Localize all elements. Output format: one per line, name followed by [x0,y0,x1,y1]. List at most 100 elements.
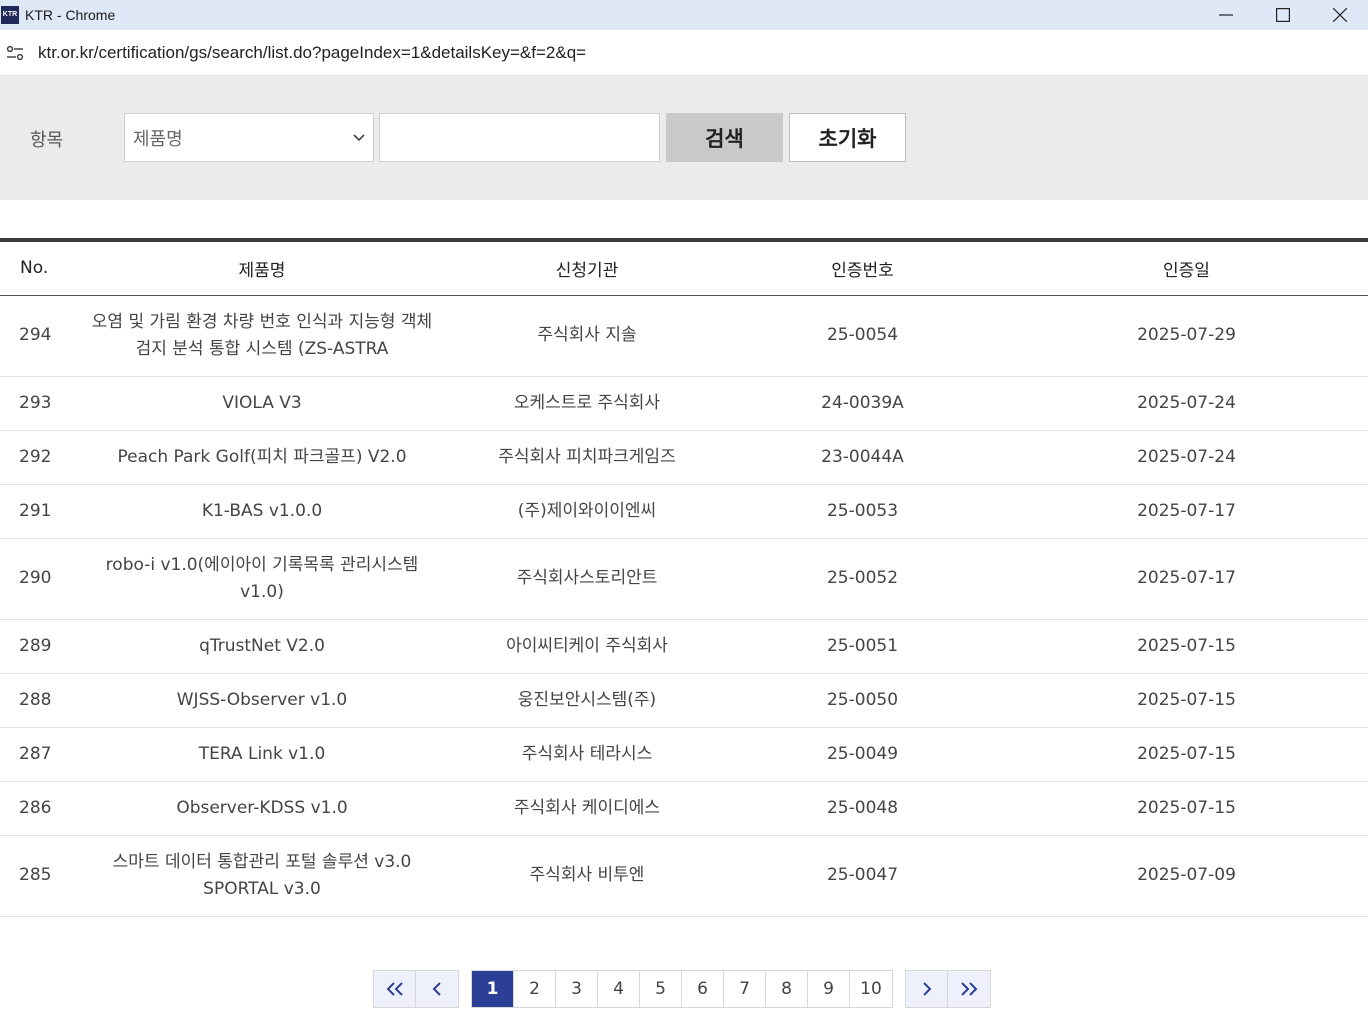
header-cert-number: 인증번호 [720,240,1005,296]
reset-button[interactable]: 초기화 [789,113,906,162]
double-chevron-left-icon [386,982,403,996]
row-no: 291 [0,484,70,539]
page-9-button[interactable]: 9 [808,971,850,1007]
row-product-name[interactable]: Peach Park Golf(피치 파크골프) V2.0 [70,430,454,485]
double-chevron-right-icon [961,982,978,996]
chevron-down-icon [353,134,365,142]
row-cert-number: 25-0054 [720,295,1005,377]
header-no: No. [0,240,70,296]
row-applicant: 주식회사 테라시스 [454,727,720,782]
select-value: 제품명 [133,128,183,150]
table-row[interactable]: 289 qTrustNet V2.0 아이씨티케이 주식회사 25-0051 2… [0,619,1368,674]
page-3-button[interactable]: 3 [556,971,598,1007]
row-no: 292 [0,430,70,485]
row-product-name[interactable]: qTrustNet V2.0 [70,619,454,674]
row-cert-date: 2025-07-15 [1005,781,1368,836]
ktr-favicon-icon: KTR [1,6,19,24]
row-cert-number: 25-0048 [720,781,1005,836]
row-product-name[interactable]: WJSS-Observer v1.0 [70,673,454,728]
url-text[interactable]: ktr.or.kr/certification/gs/search/list.d… [38,43,586,63]
table-row[interactable]: 288 WJSS-Observer v1.0 웅진보안시스템(주) 25-005… [0,673,1368,728]
row-no: 285 [0,835,70,917]
row-applicant: (주)제이와이이엔씨 [454,484,720,539]
row-no: 287 [0,727,70,782]
site-info-button[interactable] [0,38,30,68]
table-row[interactable]: 292 Peach Park Golf(피치 파크골프) V2.0 주식회사 피… [0,430,1368,485]
row-product-name[interactable]: 오염 및 가림 환경 차량 번호 인식과 지능형 객체 검지 분석 통합 시스템… [70,295,454,377]
table-row[interactable]: 287 TERA Link v1.0 주식회사 테라시스 25-0049 202… [0,727,1368,782]
search-field-label: 항목 [30,130,64,151]
pagination: 1 2 3 4 5 6 7 8 9 10 [373,970,991,1008]
table-row[interactable]: 285 스마트 데이터 통합관리 포털 솔루션 v3.0 SPORTAL v3.… [0,835,1368,917]
maximize-button[interactable] [1254,0,1311,30]
chevron-right-icon [922,982,931,996]
address-bar[interactable]: ktr.or.kr/certification/gs/search/list.d… [0,30,1368,76]
page-5-button[interactable]: 5 [640,971,682,1007]
row-product-name[interactable]: Observer-KDSS v1.0 [70,781,454,836]
row-applicant: 주식회사 피치파크게임즈 [454,430,720,485]
page-7-button[interactable]: 7 [724,971,766,1007]
page-6-button[interactable]: 6 [682,971,724,1007]
first-page-button[interactable] [374,971,416,1007]
row-cert-date: 2025-07-15 [1005,727,1368,782]
last-page-button[interactable] [948,971,990,1007]
search-category-select[interactable]: 제품명 [124,113,374,162]
row-product-name[interactable]: VIOLA V3 [70,376,454,431]
row-no: 288 [0,673,70,728]
row-product-name[interactable]: 스마트 데이터 통합관리 포털 솔루션 v3.0 SPORTAL v3.0 [70,835,454,917]
row-no: 289 [0,619,70,674]
minimize-button[interactable] [1197,0,1254,30]
pagination-next-group [905,970,991,1008]
row-applicant: 주식회사 지솔 [454,295,720,377]
page-10-button[interactable]: 10 [850,971,892,1007]
row-product-name[interactable]: TERA Link v1.0 [70,727,454,782]
tune-icon [6,45,24,60]
header-product-name: 제품명 [70,240,454,296]
search-input[interactable] [379,113,660,162]
row-cert-date: 2025-07-17 [1005,484,1368,539]
row-applicant: 아이씨티케이 주식회사 [454,619,720,674]
table-row[interactable]: 293 VIOLA V3 오케스트로 주식회사 24-0039A 2025-07… [0,376,1368,431]
page-1-button[interactable]: 1 [472,971,514,1007]
header-applicant: 신청기관 [454,240,720,296]
row-cert-number: 25-0051 [720,619,1005,674]
row-cert-date: 2025-07-24 [1005,376,1368,431]
row-applicant: 웅진보안시스템(주) [454,673,720,728]
pagination-prev-group [373,970,459,1008]
results-table: No. 제품명 신청기관 인증번호 인증일 294 오염 및 가림 환경 차량 … [0,238,1368,917]
row-product-name[interactable]: robo-i v1.0(에이아이 기록목록 관리시스템 v1.0) [70,538,454,620]
minimize-icon [1218,14,1233,16]
row-applicant: 주식회사스토리안트 [454,538,720,620]
row-cert-date: 2025-07-09 [1005,835,1368,917]
page-4-button[interactable]: 4 [598,971,640,1007]
close-icon [1332,8,1347,22]
row-product-name[interactable]: K1-BAS v1.0.0 [70,484,454,539]
row-cert-date: 2025-07-15 [1005,673,1368,728]
table-header-row: No. 제품명 신청기관 인증번호 인증일 [0,240,1368,296]
next-page-button[interactable] [906,971,948,1007]
page-8-button[interactable]: 8 [766,971,808,1007]
maximize-icon [1275,8,1290,22]
page-2-button[interactable]: 2 [514,971,556,1007]
row-cert-number: 25-0049 [720,727,1005,782]
prev-page-button[interactable] [416,971,458,1007]
row-cert-date: 2025-07-29 [1005,295,1368,377]
row-no: 294 [0,295,70,377]
search-button[interactable]: 검색 [666,113,783,162]
row-applicant: 주식회사 케이디에스 [454,781,720,836]
browser-titlebar: KTR KTR - Chrome [0,0,1368,30]
row-no: 286 [0,781,70,836]
close-window-button[interactable] [1311,0,1368,30]
table-row[interactable]: 290 robo-i v1.0(에이아이 기록목록 관리시스템 v1.0) 주식… [0,538,1368,620]
row-cert-date: 2025-07-17 [1005,538,1368,620]
table-row[interactable]: 286 Observer-KDSS v1.0 주식회사 케이디에스 25-004… [0,781,1368,836]
window-title: KTR - Chrome [25,7,116,23]
table-row[interactable]: 294 오염 및 가림 환경 차량 번호 인식과 지능형 객체 검지 분석 통합… [0,295,1368,377]
row-cert-number: 23-0044A [720,430,1005,485]
window-controls [1197,0,1368,30]
row-no: 293 [0,376,70,431]
row-cert-number: 25-0047 [720,835,1005,917]
chevron-left-icon [432,982,441,996]
table-row[interactable]: 291 K1-BAS v1.0.0 (주)제이와이이엔씨 25-0053 202… [0,484,1368,539]
search-panel: 항목 제품명 검색 초기화 [0,76,1368,200]
